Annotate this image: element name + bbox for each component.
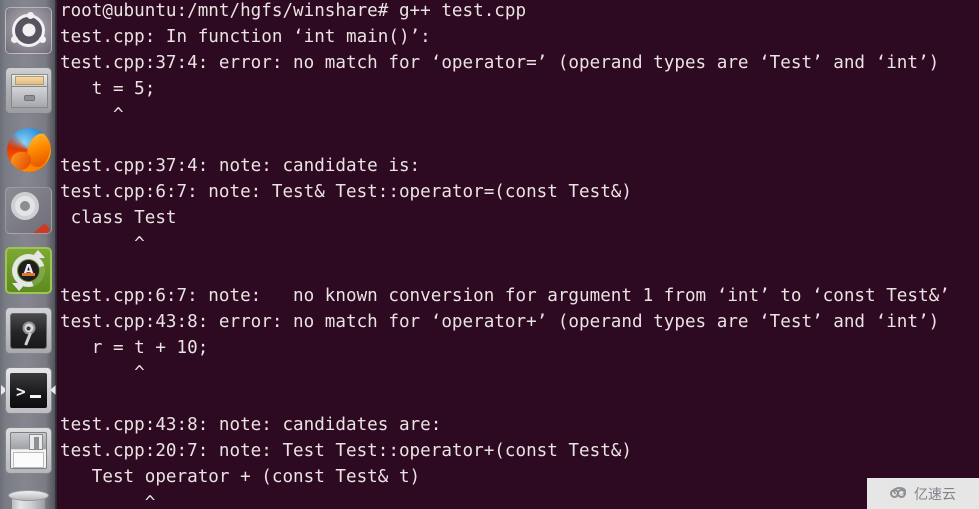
terminal-line: ^ [60,234,145,255]
terminal-line: ^ [60,492,156,509]
terminal-line: test.cpp:43:8: note: candidates are: [60,415,442,436]
terminal-window[interactable]: root@ubuntu:/mnt/hgfs/winshare# g++ test… [57,0,979,509]
terminal-line: ^ [60,363,145,384]
terminal-line: test.cpp:43:8: error: no match for ‘oper… [60,311,940,332]
terminal-icon: > [5,366,52,414]
cloud-icon [890,487,910,500]
terminal-line: test.cpp:20:7: note: Test Test::operator… [60,441,632,462]
terminal-output: root@ubuntu:/mnt/hgfs/winshare# g++ test… [60,0,960,509]
terminal-line: test.cpp:6:7: note: Test& Test::operator… [60,182,632,203]
updater-icon: A [5,246,52,294]
launcher-item-trash[interactable] [0,480,57,509]
gear-wrench-icon [5,186,52,234]
watermark: 亿速云 [867,478,979,509]
launcher-item-ubuntu-dash[interactable] [0,0,57,60]
terminal-line: ^ [60,104,124,125]
ubuntu-logo-icon [5,6,52,54]
launcher-item-settings[interactable] [0,180,57,240]
floppy-disk-icon [5,426,52,474]
terminal-line: test.cpp:37:4: note: candidate is: [60,156,421,177]
trash-can-icon [5,487,52,509]
focused-indicator-right-icon [50,385,56,395]
launcher-item-files[interactable] [0,60,57,120]
terminal-line: test.cpp:6:7: note: no known conversion … [60,285,950,306]
screen: A > root@ubuntu:/mnt/hgfs/winshare# g++ … [0,0,979,509]
launcher-item-security[interactable] [0,300,57,360]
launcher-item-save[interactable] [0,420,57,480]
launcher-item-firefox[interactable] [0,120,57,180]
terminal-line: t = 5; [60,78,156,99]
terminal-line: root@ubuntu:/mnt/hgfs/winshare# g++ test… [60,1,527,21]
safe-icon [5,306,52,354]
firefox-icon [5,127,52,174]
terminal-line: r = t + 10; [60,337,209,358]
terminal-line: test.cpp:37:4: error: no match for ‘oper… [60,52,940,73]
file-cabinet-icon [5,66,52,114]
unity-launcher[interactable]: A > [0,0,57,509]
terminal-line: test.cpp: In function ‘int main()’: [60,26,431,47]
terminal-line: class Test [60,208,177,229]
watermark-text: 亿速云 [914,486,956,503]
terminal-line: Test operator + (const Test& t) [60,467,421,488]
launcher-item-software-updater[interactable]: A [0,240,57,300]
launcher-item-terminal[interactable]: > [0,360,57,420]
